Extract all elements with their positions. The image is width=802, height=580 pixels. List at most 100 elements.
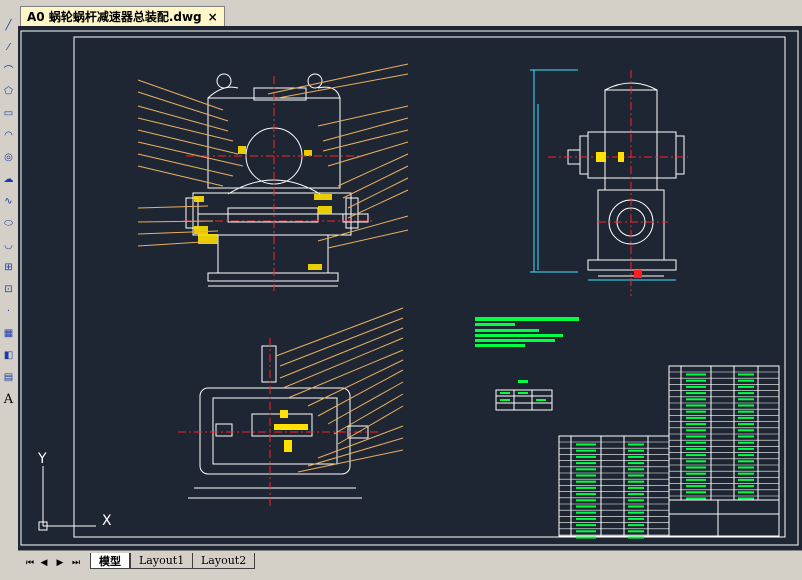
hatch-icon[interactable]: ▦ <box>1 326 16 340</box>
parts-list-entry <box>738 392 754 395</box>
table-icon[interactable]: ▤ <box>1 370 16 384</box>
parts-list-entry <box>738 497 754 500</box>
parts-list-entry <box>738 398 754 401</box>
multiline-text-icon[interactable]: A <box>1 392 16 407</box>
document-tab[interactable]: A0 蜗轮蜗杆减速器总装配.dwg × <box>20 6 225 26</box>
parts-list-entry <box>576 480 596 483</box>
close-icon[interactable]: × <box>208 11 218 23</box>
technical-notes <box>475 317 579 347</box>
parts-list-entry <box>628 455 644 458</box>
parts-list-entry <box>628 536 644 539</box>
parts-list-entry <box>738 485 754 488</box>
parts-list-entry <box>628 474 644 477</box>
spline-icon[interactable]: ∿ <box>1 194 16 208</box>
drawing-svg: Y X <box>20 30 799 546</box>
parts-list-entry <box>686 472 706 475</box>
parts-list-entry <box>738 385 754 388</box>
parts-list-entry <box>628 449 644 452</box>
last-layout-button[interactable]: ⏭ <box>70 557 82 569</box>
parts-list-entry <box>738 454 754 457</box>
parts-list-entry <box>686 441 706 444</box>
parts-list-entry <box>576 524 596 527</box>
parts-list-entry <box>738 404 754 407</box>
region-icon[interactable]: ◧ <box>1 348 16 362</box>
document-tab-bar: A0 蜗轮蜗杆减速器总装配.dwg × <box>18 0 802 26</box>
top-view-leaders <box>275 307 404 473</box>
parts-list-entry <box>628 480 644 483</box>
ucs-y-label: Y <box>37 451 47 467</box>
parts-list-entry <box>686 373 706 376</box>
parts-list-entry <box>738 466 754 469</box>
parts-list-entry <box>576 536 596 539</box>
parts-list-entry <box>628 505 644 508</box>
tab-layout2[interactable]: Layout2 <box>192 553 256 569</box>
polygon-icon[interactable]: ⬠ <box>1 84 16 98</box>
parts-list-entry <box>686 392 706 395</box>
small-parameter-table <box>495 380 553 411</box>
parts-list-entry <box>686 410 706 413</box>
parts-list-entry <box>738 410 754 413</box>
side-view-hatch <box>596 152 624 162</box>
circle-icon[interactable]: ◎ <box>1 150 16 164</box>
parts-list-entry <box>738 472 754 475</box>
parts-list-entry <box>738 416 754 419</box>
parts-list-entry <box>628 493 644 496</box>
point-icon[interactable]: · <box>1 304 16 318</box>
polyline-icon[interactable]: ⌒ <box>1 62 16 77</box>
parts-list-entry <box>576 505 596 508</box>
parts-list-entry <box>628 511 644 514</box>
parts-list-entry <box>686 423 706 426</box>
parts-list-entry <box>576 443 596 446</box>
layout-tab-bar: ⏮ ◀ ▶ ⏭ 模型 Layout1 Layout2 <box>18 550 802 580</box>
draw-toolbar: ╱ ⁄ ⌒ ⬠ ▭ ◠ ◎ ☁ ∿ ⬭ ◡ ⊞ ⊡ · ▦ ◧ ▤ A <box>0 0 19 579</box>
parts-list-entry <box>738 379 754 382</box>
side-view-dims <box>530 69 676 281</box>
parts-list-entry <box>628 462 644 465</box>
parts-list-entry <box>738 373 754 376</box>
parts-list-entry <box>628 468 644 471</box>
parts-list-entry <box>738 429 754 432</box>
parts-list-entry <box>686 398 706 401</box>
parts-list-entry <box>738 447 754 450</box>
top-view <box>188 345 369 499</box>
parts-list-entry <box>686 466 706 469</box>
make-block-icon[interactable]: ⊡ <box>1 282 16 296</box>
next-layout-button[interactable]: ▶ <box>54 557 66 569</box>
construction-line-icon[interactable]: ⁄ <box>1 40 16 54</box>
parts-list-entry <box>686 454 706 457</box>
parts-list-entry <box>686 385 706 388</box>
parts-list-entry <box>686 491 706 494</box>
rectangle-icon[interactable]: ▭ <box>1 106 16 120</box>
parts-list-entry <box>628 517 644 520</box>
parts-list-entry <box>738 478 754 481</box>
parts-list-entry <box>686 497 706 500</box>
ucs-x-label: X <box>102 513 112 529</box>
parts-list-entry <box>576 449 596 452</box>
parts-list-entry <box>576 530 596 533</box>
parts-list-entry <box>576 462 596 465</box>
parts-list-entry <box>686 404 706 407</box>
prev-layout-button[interactable]: ◀ <box>38 557 50 569</box>
tab-model[interactable]: 模型 <box>90 553 130 569</box>
top-view-centerlines <box>178 338 378 506</box>
parts-list-entry <box>576 468 596 471</box>
revision-cloud-icon[interactable]: ☁ <box>1 172 16 186</box>
parts-list-entry <box>738 435 754 438</box>
parts-list-entry <box>576 474 596 477</box>
insert-block-icon[interactable]: ⊞ <box>1 260 16 274</box>
ellipse-icon[interactable]: ⬭ <box>1 216 16 230</box>
parts-list-entry <box>738 460 754 463</box>
parts-list-entry <box>628 530 644 533</box>
arc-icon[interactable]: ◠ <box>1 128 16 142</box>
ucs-icon <box>38 466 96 531</box>
view-marker <box>634 270 642 278</box>
first-layout-button[interactable]: ⏮ <box>24 557 36 569</box>
parts-list-entry <box>738 441 754 444</box>
drawing-canvas[interactable]: Y X <box>18 26 802 550</box>
parts-list-entry <box>628 486 644 489</box>
tab-layout1[interactable]: Layout1 <box>130 553 194 569</box>
parts-list-entry <box>686 447 706 450</box>
line-icon[interactable]: ╱ <box>1 18 16 32</box>
parts-list-entry <box>686 435 706 438</box>
ellipse-arc-icon[interactable]: ◡ <box>1 238 16 252</box>
